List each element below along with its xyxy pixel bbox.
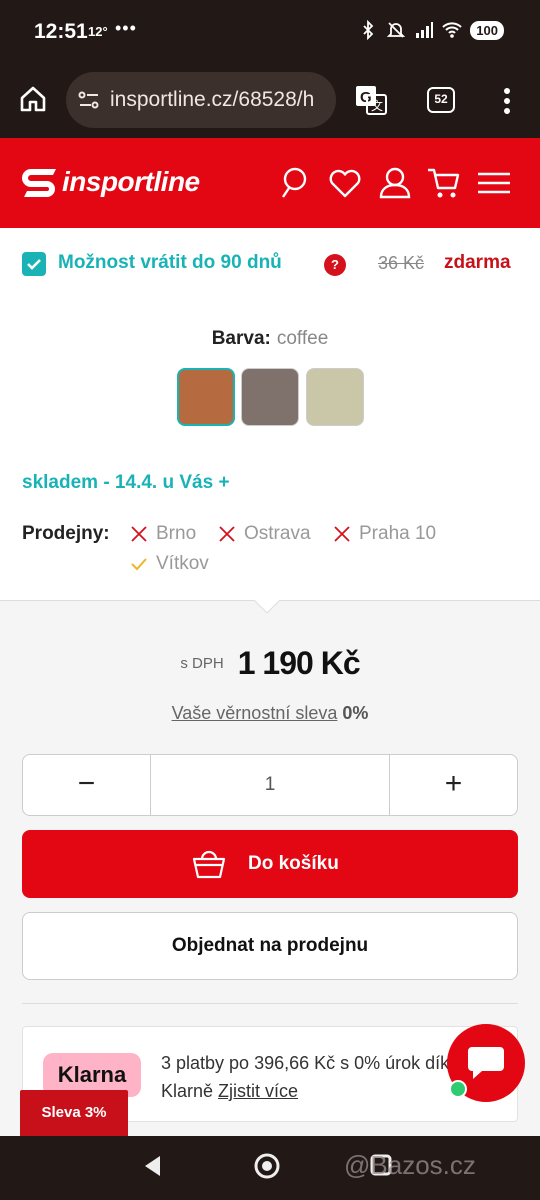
- browser-toolbar: insportline.cz/68528/h G文 52: [0, 62, 540, 138]
- store-brno: Brno: [130, 523, 196, 545]
- cart-icon[interactable]: [427, 166, 461, 200]
- loyalty-discount-link[interactable]: Vaše věrnostní sleva: [172, 703, 338, 723]
- store-praha-10: Praha 10: [333, 523, 436, 545]
- home-circle-icon[interactable]: [253, 1152, 281, 1180]
- available-check-icon: [131, 558, 147, 571]
- klarna-learn-more-link[interactable]: Zjistit více: [218, 1081, 298, 1101]
- store-ostrava: Ostrava: [218, 523, 311, 545]
- site-header: insportline: [0, 138, 540, 228]
- stores-label: Prodejny:: [22, 523, 110, 544]
- loyalty-discount: Vaše věrnostní sleva 0%: [0, 703, 540, 724]
- unavailable-cross-icon: [219, 526, 235, 542]
- bluetooth-icon: [363, 20, 374, 40]
- section-divider: [22, 1003, 518, 1004]
- add-to-cart-button[interactable]: Do košíku: [22, 830, 518, 898]
- mute-icon: [387, 22, 406, 38]
- color-swatch-beige[interactable]: [306, 368, 364, 426]
- store-name: Brno: [156, 523, 197, 544]
- order-in-store-button[interactable]: Objednat na prodejnu: [22, 912, 518, 980]
- color-swatch-grey-brown[interactable]: [241, 368, 299, 426]
- watermark: @Bazos.cz: [344, 1150, 476, 1180]
- heart-icon[interactable]: [328, 166, 362, 200]
- return-free-label: zdarma: [444, 252, 511, 273]
- store-name: Vítkov: [156, 553, 209, 574]
- basket-icon: [192, 850, 226, 879]
- color-value: coffee: [276, 328, 329, 349]
- klarna-text: 3 platby po 396,66 Kč s 0% úrok díky Kla…: [161, 1049, 461, 1105]
- quantity-input[interactable]: 1: [151, 755, 389, 815]
- loyalty-discount-value: 0%: [342, 703, 369, 723]
- quantity-decrease-button[interactable]: −: [23, 755, 151, 815]
- user-icon[interactable]: [378, 166, 412, 200]
- quantity-stepper: − 1 +: [22, 754, 518, 816]
- home-icon[interactable]: [18, 84, 48, 114]
- discount-badge[interactable]: Sleva 3%: [20, 1090, 128, 1136]
- unavailable-cross-icon: [131, 526, 147, 542]
- browser-menu-icon[interactable]: [500, 86, 514, 116]
- return-option-row: Možnost vrátit do 90 dnů ? 36 Kč zdarma: [22, 250, 522, 280]
- system-navigation-bar: @Bazos.cz: [0, 1136, 540, 1200]
- url-text: insportline.cz/68528/h: [110, 88, 315, 111]
- battery-indicator: 100: [470, 20, 504, 40]
- add-to-cart-label: Do košíku: [248, 853, 339, 874]
- status-more-dots: •••: [115, 18, 137, 38]
- hamburger-menu-icon[interactable]: [477, 166, 511, 200]
- search-icon[interactable]: [280, 166, 314, 200]
- back-icon[interactable]: [142, 1154, 164, 1178]
- store-name: Ostrava: [244, 523, 311, 544]
- product-price: 1 190 Kč: [237, 645, 361, 681]
- return-old-price: 36 Kč: [378, 253, 425, 273]
- color-swatch-coffee[interactable]: [177, 368, 235, 426]
- color-label: Barva:: [211, 328, 271, 349]
- tab-switcher-button[interactable]: 52: [427, 87, 455, 113]
- address-bar[interactable]: insportline.cz/68528/h: [66, 72, 336, 128]
- logo-text: insportline: [62, 166, 200, 197]
- store-vitkov: Vítkov: [130, 553, 209, 575]
- unavailable-cross-icon: [334, 526, 350, 542]
- wifi-icon: [442, 22, 462, 38]
- logo-mark-icon: [22, 169, 56, 197]
- store-name: Praha 10: [359, 523, 437, 544]
- return-option-label[interactable]: Možnost vrátit do 90 dnů: [58, 252, 282, 274]
- status-time: 12:51: [34, 20, 88, 43]
- stock-availability[interactable]: skladem - 14.4. u Vás +: [22, 472, 230, 494]
- site-settings-icon[interactable]: [78, 90, 100, 110]
- vat-label: s DPH: [180, 655, 224, 672]
- svg-text:文: 文: [371, 98, 383, 113]
- translate-icon[interactable]: G文: [354, 84, 388, 116]
- help-icon[interactable]: ?: [324, 254, 346, 276]
- klarna-description: 3 platby po 396,66 Kč s 0% úrok díky Kla…: [161, 1053, 459, 1101]
- svg-text:G: G: [360, 89, 372, 106]
- color-selector-label: Barva: coffee: [0, 328, 540, 350]
- price-row: s DPH 1 190 Kč: [0, 645, 540, 682]
- online-status-dot: [449, 1080, 467, 1098]
- quantity-increase-button[interactable]: +: [389, 755, 517, 815]
- site-logo[interactable]: insportline: [22, 166, 200, 198]
- chat-bubble-icon: [468, 1047, 504, 1079]
- signal-icon: [416, 22, 434, 38]
- checkmark-icon: [27, 259, 41, 270]
- return-option-checkbox[interactable]: [22, 252, 46, 276]
- status-bar: 12:51 12° ••• 100: [0, 0, 540, 62]
- status-icons: 100: [358, 20, 504, 40]
- status-temperature: 12°: [88, 24, 108, 39]
